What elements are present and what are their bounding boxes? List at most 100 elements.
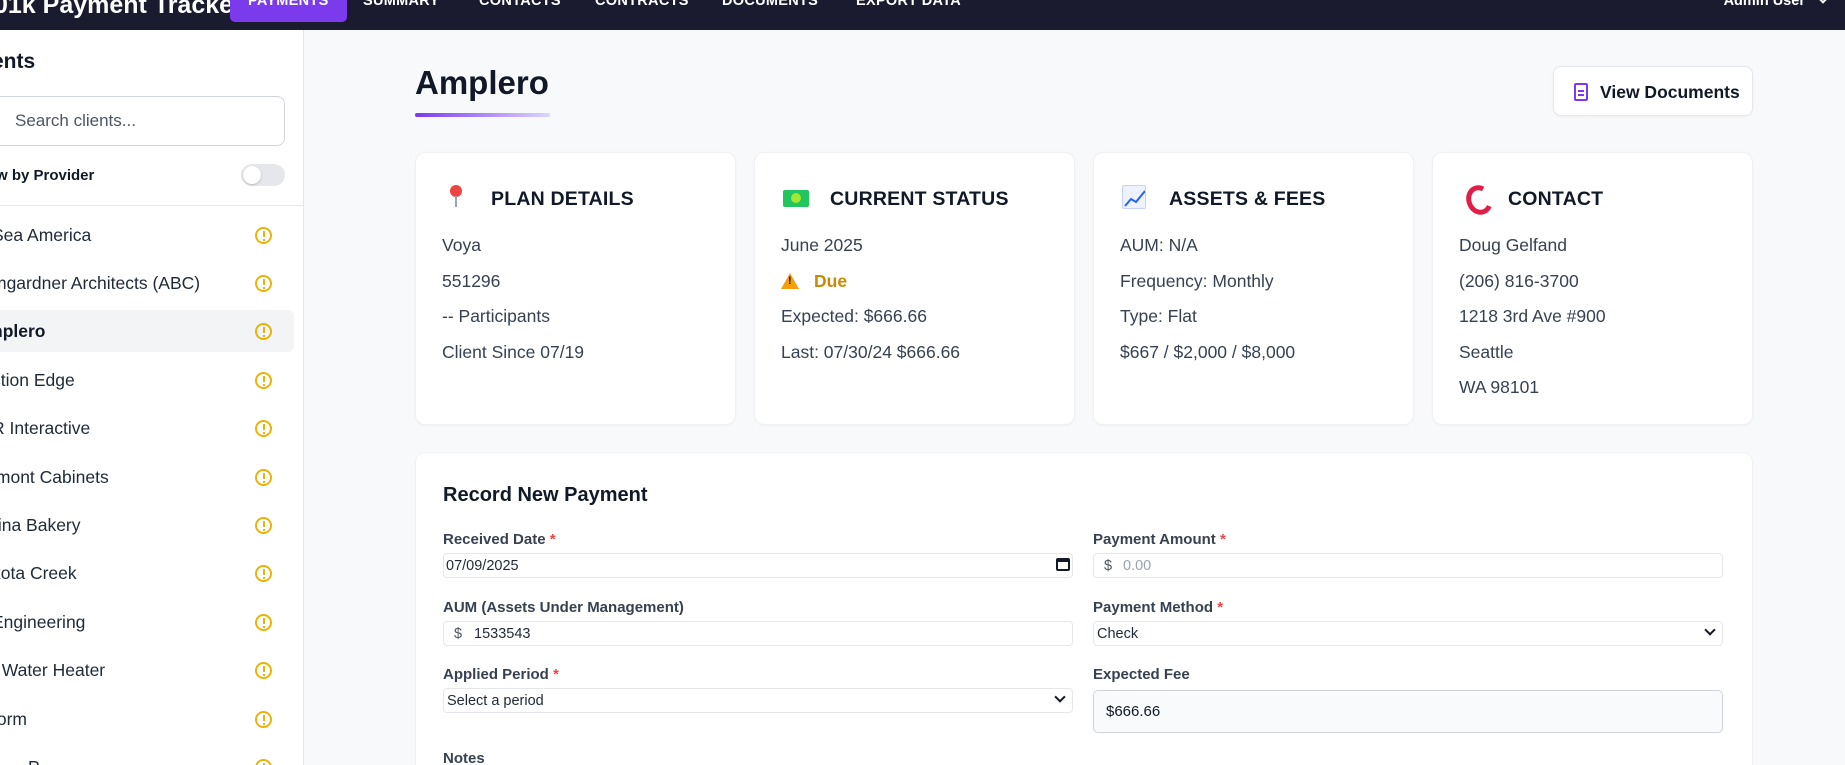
client-name: R Interactive [0, 418, 91, 438]
contact-phone: (206) 816-3700 [1459, 271, 1579, 291]
assets-fee-type: Type: Flat [1120, 306, 1197, 326]
alert-circle-icon [255, 372, 272, 389]
status-text: Due [814, 271, 848, 291]
nav-payments[interactable]: PAYMENTS [230, 0, 347, 22]
user-menu[interactable]: Admin User [1724, 0, 1829, 8]
alert-circle-icon [255, 420, 272, 437]
alert-circle-icon [255, 323, 272, 340]
assets-frequency: Frequency: Monthly [1120, 271, 1274, 291]
client-name: t Water Heater [0, 660, 106, 680]
expected-fee-label: Expected Fee [1093, 666, 1190, 683]
client-name: form [0, 709, 27, 729]
plan-participants: -- Participants [442, 306, 550, 326]
payment-method-label: Payment Method * [1093, 599, 1223, 616]
applied-period-label-text: Applied Period [443, 666, 549, 683]
view-documents-button[interactable]: View Documents [1553, 66, 1753, 116]
alert-circle-icon [255, 662, 272, 679]
alert-circle-icon [255, 711, 272, 728]
expected-fee-value: $666.66 [1106, 703, 1161, 720]
received-date-label-text: Received Date [443, 531, 546, 548]
pin-icon [444, 185, 468, 209]
nav-export-data[interactable]: EXPORT DATA [856, 0, 961, 22]
client-name: Engineering [0, 612, 86, 632]
alert-circle-icon [255, 227, 272, 244]
client-list-item[interactable]: kota Creek [0, 552, 294, 594]
contact-state-zip: WA 98101 [1459, 377, 1540, 397]
chart-icon [1122, 185, 1146, 209]
sidebar-title: ents [0, 50, 36, 73]
expected-fee-display: $666.66 [1093, 690, 1723, 733]
top-nav-bar: 01k Payment Tracker PAYMENTS SUMMARY CON… [0, 0, 1845, 30]
required-marker: * [553, 666, 559, 683]
client-list-item[interactable]: R Interactive [0, 407, 294, 449]
client-search-input[interactable] [0, 96, 285, 146]
contact-city: Seattle [1459, 342, 1514, 362]
client-name: lmont Cabinets [0, 467, 109, 487]
client-list-item-active[interactable]: nplero [0, 310, 294, 352]
status-expected: Expected: $666.66 [781, 306, 927, 326]
client-list-item[interactable]: Sea America [0, 214, 294, 256]
title-underline [415, 113, 550, 117]
aum-label: AUM (Assets Under Management) [443, 599, 684, 616]
client-list-item[interactable]: t Water Heater [0, 649, 294, 691]
received-date-label: Received Date * [443, 531, 556, 548]
client-title: Amplero [415, 64, 549, 101]
aum-input[interactable]: $ 1533543 [443, 621, 1073, 646]
payment-amount-label-text: Payment Amount [1093, 531, 1216, 548]
status-period: June 2025 [781, 235, 863, 255]
client-list-item[interactable]: mgardner Architects (ABC) [0, 262, 294, 304]
chevron-down-icon [1817, 0, 1829, 4]
client-name: ction Edge [0, 370, 75, 390]
payment-amount-placeholder: 0.00 [1123, 558, 1152, 574]
contact-name: Doug Gelfand [1459, 235, 1567, 255]
nav-documents[interactable]: DOCUMENTS [722, 0, 818, 22]
aum-value: 1533543 [474, 626, 531, 642]
payment-method-value: Check [1097, 626, 1139, 642]
plan-provider: Voya [442, 235, 481, 255]
nav-contracts[interactable]: CONTRACTS [595, 0, 689, 22]
client-list-item[interactable]: Engineering [0, 601, 294, 643]
contact-address: 1218 3rd Ave #900 [1459, 306, 1606, 326]
assets-fees-card: ASSETS & FEES AUM: N/A Frequency: Monthl… [1093, 152, 1414, 425]
status-last-payment: Last: 07/30/24 $666.66 [781, 342, 961, 362]
current-status-card: CURRENT STATUS June 2025 Due Expected: $… [754, 152, 1075, 425]
provider-toggle[interactable] [241, 164, 285, 186]
required-marker: * [1219, 531, 1226, 548]
nav-summary[interactable]: SUMMARY [363, 0, 439, 22]
currency-prefix: $ [454, 626, 463, 642]
applied-period-value: Select a period [447, 693, 544, 709]
provider-toggle-label: w by Provider [0, 167, 95, 184]
warning-icon [781, 273, 799, 289]
phone-icon [1458, 182, 1489, 213]
nav-contacts[interactable]: CONTACTS [479, 0, 561, 22]
chevron-down-icon [1054, 691, 1066, 703]
currency-prefix: $ [1104, 558, 1113, 574]
alert-circle-icon [255, 614, 272, 631]
sidebar-divider [0, 205, 303, 206]
form-title: Record New Payment [443, 484, 648, 506]
client-list-item[interactable]: ction Edge [0, 359, 294, 401]
applied-period-select[interactable]: Select a period [443, 688, 1073, 713]
payment-method-label-text: Payment Method [1093, 599, 1214, 616]
plan-details-card: PLAN DETAILS Voya 551296 -- Participants… [415, 152, 736, 425]
client-name: P [28, 757, 40, 765]
client-list-item[interactable]: rina Bakery [0, 504, 294, 546]
client-name: rina Bakery [0, 515, 81, 535]
payment-method-select[interactable]: Check [1093, 621, 1723, 646]
alert-circle-icon [255, 275, 272, 292]
required-marker: * [549, 531, 556, 548]
payment-amount-input[interactable]: $ 0.00 [1093, 553, 1723, 578]
received-date-input[interactable]: 07/09/2025 [443, 553, 1073, 578]
client-list-item[interactable]: P [0, 746, 294, 765]
plan-contract-number: 551296 [442, 271, 501, 291]
client-list-item[interactable]: form [0, 698, 294, 740]
alert-circle-icon [255, 517, 272, 534]
chevron-down-icon [1704, 624, 1716, 636]
card-title: CONTACT [1508, 188, 1604, 210]
app-title: 01k Payment Tracker [0, 0, 243, 19]
card-title: CURRENT STATUS [830, 188, 1009, 210]
payment-amount-label: Payment Amount * [1093, 531, 1226, 548]
assets-fee-rates: $667 / $2,000 / $8,000 [1120, 342, 1296, 362]
client-list-item[interactable]: lmont Cabinets [0, 456, 294, 498]
calendar-icon[interactable] [1056, 558, 1070, 571]
